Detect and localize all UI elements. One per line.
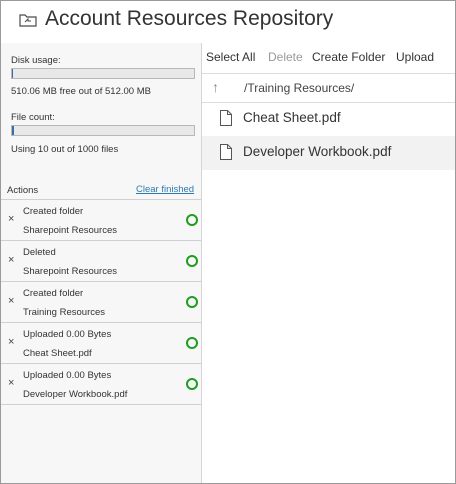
dismiss-icon[interactable]: × [8, 295, 14, 307]
file-count-label: File count: [11, 112, 55, 123]
action-type: Uploaded 0.00 Bytes [23, 329, 112, 340]
file-icon [220, 110, 232, 126]
action-target: Cheat Sheet.pdf [23, 348, 92, 359]
file-item[interactable]: Developer Workbook.pdf [202, 136, 455, 170]
action-item: × Created folder Training Resources [1, 282, 201, 323]
disk-usage-fill [12, 69, 13, 78]
up-arrow-icon[interactable]: ↑ [212, 79, 219, 95]
action-item: × Deleted Sharepoint Resources [1, 241, 201, 282]
success-icon [186, 337, 198, 349]
actions-title: Actions [7, 185, 39, 196]
app-window: Account Resources Repository Disk usage:… [0, 0, 456, 484]
clear-finished-link[interactable]: Clear finished [136, 184, 194, 195]
folder-icon [19, 13, 37, 27]
disk-usage-label: Disk usage: [11, 55, 61, 66]
file-name: Developer Workbook.pdf [243, 144, 392, 159]
success-icon [186, 214, 198, 226]
actions-header: Actions Clear finished [1, 183, 201, 200]
success-icon [186, 378, 198, 390]
title-bar: Account Resources Repository [1, 1, 455, 43]
sidebar: Disk usage: 510.06 MB free out of 512.00… [1, 43, 202, 483]
upload-button[interactable]: Upload [396, 50, 434, 64]
file-name: Cheat Sheet.pdf [243, 110, 341, 125]
success-icon [186, 296, 198, 308]
action-target: Training Resources [23, 307, 106, 318]
delete-button[interactable]: Delete [268, 50, 303, 64]
toolbar: Select All Delete Create Folder Upload [202, 43, 455, 73]
dismiss-icon[interactable]: × [8, 336, 14, 348]
action-type: Created folder [23, 288, 84, 299]
disk-usage-bar [11, 68, 195, 79]
file-item[interactable]: Cheat Sheet.pdf [202, 102, 455, 136]
action-target: Developer Workbook.pdf [23, 389, 128, 400]
action-item: × Uploaded 0.00 Bytes Cheat Sheet.pdf [1, 323, 201, 364]
action-item: × Created folder Sharepoint Resources [1, 200, 201, 241]
action-type: Uploaded 0.00 Bytes [23, 370, 112, 381]
select-all-button[interactable]: Select All [206, 50, 255, 64]
action-item: × Uploaded 0.00 Bytes Developer Workbook… [1, 364, 201, 405]
file-count-fill [12, 126, 14, 135]
create-folder-button[interactable]: Create Folder [312, 50, 385, 64]
action-target: Sharepoint Resources [23, 266, 117, 277]
action-type: Deleted [23, 247, 56, 258]
page-title: Account Resources Repository [45, 7, 334, 30]
dismiss-icon[interactable]: × [8, 254, 14, 266]
file-count-bar [11, 125, 195, 136]
success-icon [186, 255, 198, 267]
file-browser: Select All Delete Create Folder Upload ↑… [202, 43, 455, 483]
disk-usage-text: 510.06 MB free out of 512.00 MB [11, 86, 151, 97]
current-path: /Training Resources/ [244, 81, 355, 95]
path-bar: ↑ /Training Resources/ [202, 73, 455, 103]
dismiss-icon[interactable]: × [8, 377, 14, 389]
file-icon [220, 144, 232, 160]
action-target: Sharepoint Resources [23, 225, 117, 236]
file-count-text: Using 10 out of 1000 files [11, 144, 119, 155]
dismiss-icon[interactable]: × [8, 213, 14, 225]
action-type: Created folder [23, 206, 84, 217]
